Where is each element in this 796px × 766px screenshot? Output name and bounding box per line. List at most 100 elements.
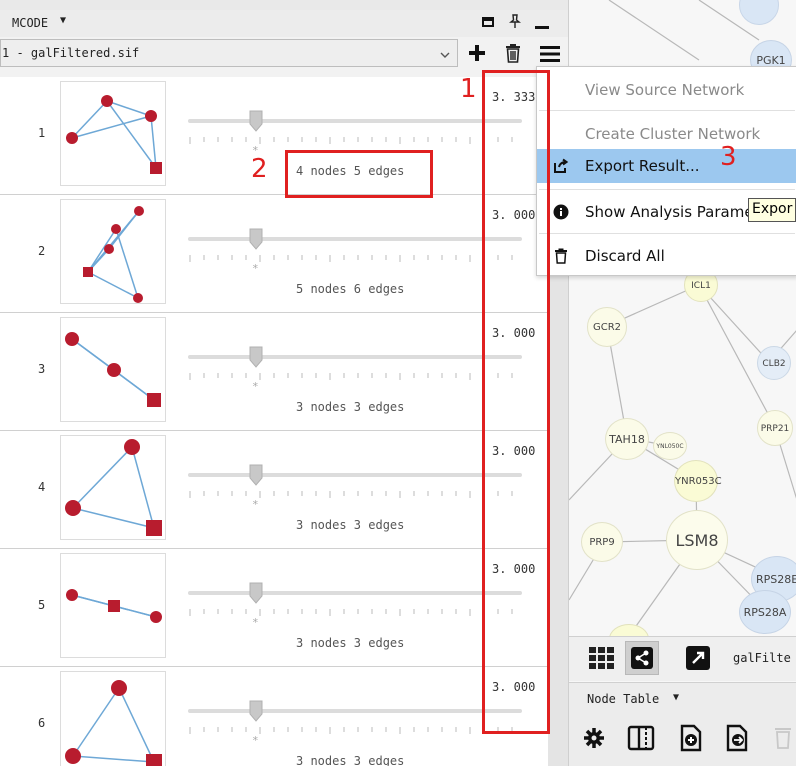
float-window-icon[interactable] — [482, 17, 494, 27]
cluster-row[interactable]: 4 * 3 nodes 3 edges 3. 000 — [0, 431, 548, 549]
nodes-edges-label: 5 nodes 6 edges — [296, 282, 405, 296]
cluster-thumbnail — [60, 553, 166, 658]
slider-track — [188, 709, 522, 713]
cluster-row[interactable]: 5 * 3 nodes 3 edges 3. 000 — [0, 549, 548, 667]
cluster-rank: 6 — [38, 716, 46, 730]
tooltip-text: Expor — [752, 201, 793, 217]
menu-item-create-cluster-network[interactable]: Create Cluster Network — [537, 119, 796, 149]
annotation-box-scores — [482, 70, 550, 734]
network-node[interactable]: YNL050C — [653, 432, 687, 460]
slider-knob[interactable] — [249, 346, 263, 368]
title-dropdown-icon[interactable]: ▼ — [60, 15, 66, 26]
network-node[interactable]: PRP9 — [581, 522, 623, 562]
expand-view-icon[interactable] — [685, 645, 711, 675]
minimize-icon[interactable] — [535, 26, 549, 29]
menu-item-label: View Source Network — [585, 81, 745, 99]
slider-ticks — [188, 130, 522, 144]
context-menu: View Source Network Create Cluster Netwo… — [536, 66, 796, 276]
slider-star: * — [252, 498, 259, 511]
cluster-thumbnail — [60, 435, 166, 540]
node-label: YNR053C — [675, 476, 722, 487]
cluster-row[interactable]: 6 * 3 nodes 3 edges 3. 000 — [0, 667, 548, 766]
network-node[interactable]: GCR2 — [587, 307, 627, 347]
slider-ticks — [188, 484, 522, 498]
slider-knob[interactable] — [249, 464, 263, 486]
slider-track — [188, 355, 522, 359]
columns-icon[interactable] — [627, 725, 655, 755]
node-label: RPS28A — [743, 606, 787, 619]
cluster-thumbnail — [60, 671, 166, 766]
table-title: Node Table — [587, 692, 660, 706]
add-icon[interactable] — [468, 44, 486, 66]
node-label: ICL1 — [691, 281, 711, 291]
node-label: YNL050C — [656, 443, 684, 450]
menu-divider — [539, 110, 795, 111]
menu-item-discard-all[interactable]: Discard All — [537, 241, 796, 271]
slider-track — [188, 591, 522, 595]
cluster-row[interactable]: 2 * 5 nodes 6 edges 3. 000 — [0, 195, 548, 313]
node-label: PRP9 — [589, 537, 615, 548]
cluster-row[interactable]: 3 * 3 nodes 3 edges 3. 000 — [0, 313, 548, 431]
info-icon — [553, 204, 569, 224]
menu-item-export-result[interactable]: Export Result... — [537, 149, 796, 183]
cluster-rank: 3 — [38, 362, 46, 376]
slider-ticks — [188, 602, 522, 616]
network-node[interactable]: RPS28A — [739, 590, 791, 634]
export-table-icon[interactable] — [725, 724, 751, 756]
slider-star: * — [252, 380, 259, 393]
node-label: CLB2 — [762, 359, 786, 369]
grid-icon[interactable] — [589, 647, 615, 673]
cluster-rank: 4 — [38, 480, 46, 494]
gear-icon[interactable] — [583, 727, 605, 753]
trash-icon — [554, 248, 568, 268]
delete-column-icon[interactable] — [773, 725, 793, 753]
node-label: GCR2 — [592, 322, 622, 333]
panel-title: MCODE — [12, 16, 49, 30]
panel-header: MCODE ▼ — [0, 10, 568, 37]
node-label: RPS28E — [756, 573, 796, 586]
slider-track — [188, 237, 522, 241]
nodes-edges-label: 3 nodes 3 edges — [296, 518, 405, 532]
share-network-icon[interactable] — [625, 641, 659, 675]
network-node[interactable]: YNR053C — [674, 460, 722, 502]
annotation-label: 3 — [720, 142, 737, 172]
node-label: TAH18 — [609, 433, 645, 446]
nodes-edges-label: 3 nodes 3 edges — [296, 636, 405, 650]
annotation-label: 2 — [251, 154, 268, 184]
tooltip: Expor — [748, 198, 796, 222]
cluster-thumbnail — [60, 199, 166, 304]
slider-track — [188, 473, 522, 477]
trash-icon[interactable] — [504, 43, 522, 67]
chevron-down-icon[interactable] — [439, 46, 451, 65]
slider-ticks — [188, 248, 522, 262]
slider-knob[interactable] — [249, 228, 263, 250]
table-panel: Node Table ▼ — [569, 682, 796, 766]
network-node[interactable]: TAH18 — [605, 418, 649, 460]
menu-item-label: Discard All — [585, 247, 665, 265]
network-name-label: galFilte — [733, 651, 791, 665]
table-dropdown-icon[interactable]: ▼ — [673, 692, 679, 703]
network-node[interactable]: CLB2 — [757, 346, 791, 380]
annotation-box-nodes-edges — [285, 150, 433, 198]
menu-divider — [539, 233, 795, 234]
menu-item-label: Export Result... — [585, 157, 700, 175]
slider-knob[interactable] — [249, 110, 263, 132]
menu-icon[interactable] — [540, 45, 560, 67]
node-label: PRP21 — [760, 424, 790, 434]
cluster-rank: 1 — [38, 126, 46, 140]
slider-star: * — [252, 734, 259, 747]
menu-divider — [539, 189, 795, 190]
slider-star: * — [252, 616, 259, 629]
network-node[interactable]: LSM8 — [666, 510, 728, 570]
menu-item-view-source-network[interactable]: View Source Network — [537, 75, 796, 105]
cluster-rank: 2 — [38, 244, 46, 258]
network-toolbar: galFilte — [569, 636, 796, 681]
cluster-thumbnail — [60, 81, 166, 186]
network-selector[interactable]: 1 - galFiltered.sif — [0, 39, 458, 67]
slider-knob[interactable] — [249, 700, 263, 722]
pin-icon[interactable] — [507, 13, 523, 33]
import-table-icon[interactable] — [679, 724, 703, 756]
slider-track — [188, 119, 522, 123]
network-node[interactable]: PRP21 — [757, 410, 793, 446]
slider-knob[interactable] — [249, 582, 263, 604]
